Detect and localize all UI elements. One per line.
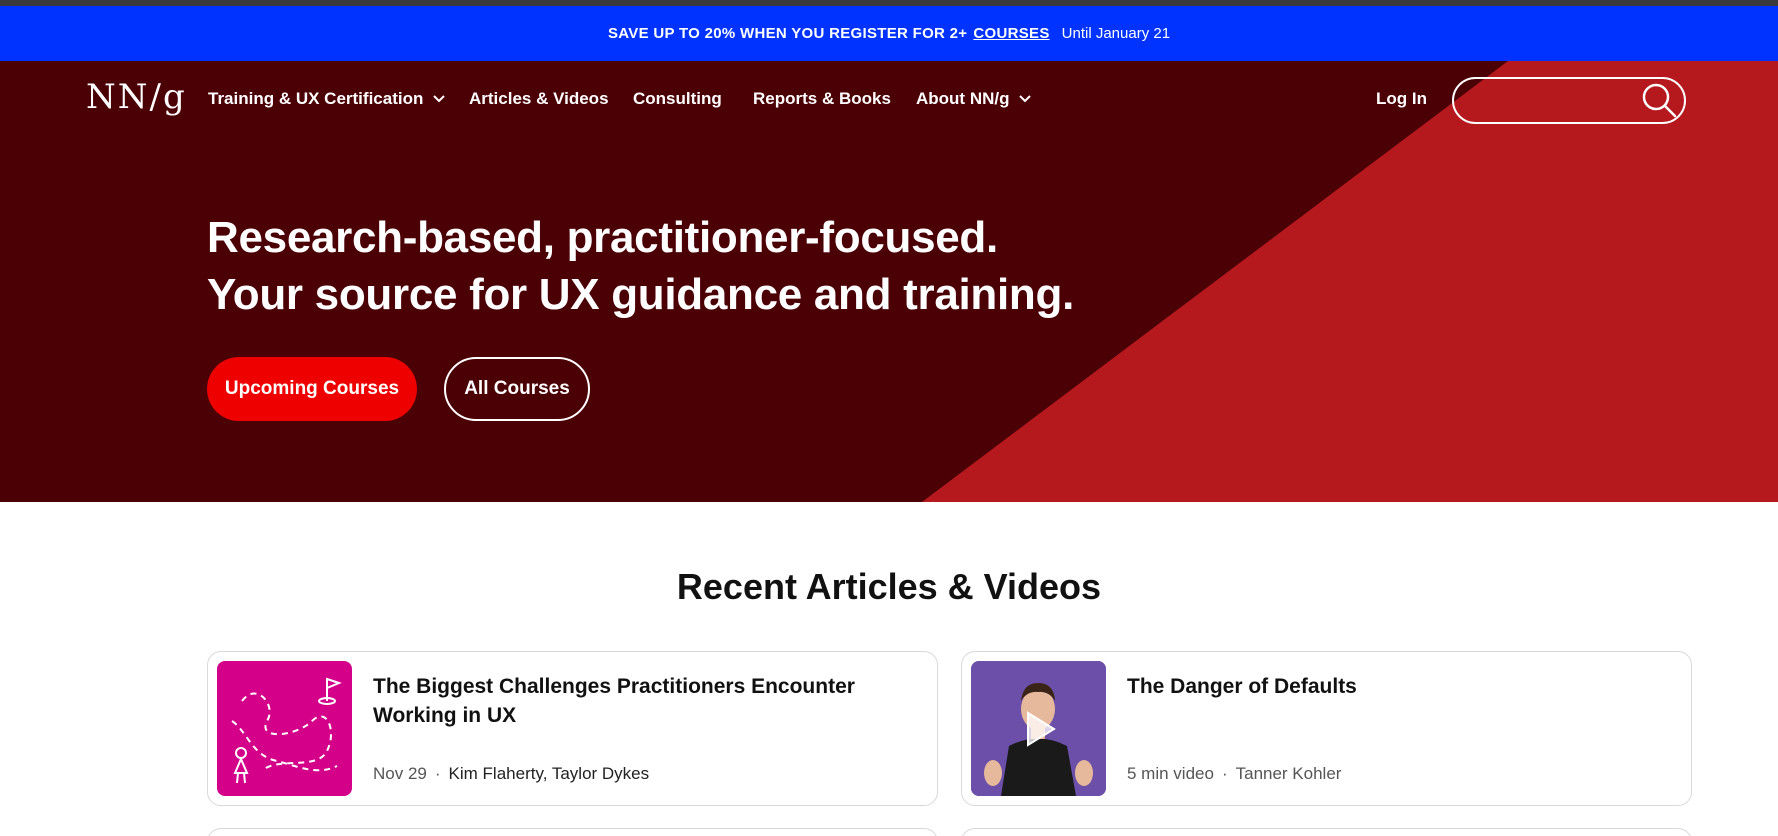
chevron-down-icon bbox=[1019, 95, 1032, 103]
hero-section: NN/g Training & UX Certification Article… bbox=[0, 61, 1778, 502]
video-duration: 5 min video bbox=[1127, 764, 1214, 783]
promo-deadline: Until January 21 bbox=[1061, 25, 1171, 42]
nav-about-label: About NN/g bbox=[916, 89, 1010, 108]
article-date: Nov 29 bbox=[373, 764, 427, 783]
nav-consulting[interactable]: Consulting bbox=[633, 89, 722, 109]
video-card[interactable]: The Danger of Defaults 5 min video · Tan… bbox=[961, 651, 1692, 806]
video-meta: 5 min video · Tanner Kohler bbox=[1127, 764, 1341, 784]
journey-map-thumbnail bbox=[217, 661, 352, 796]
nav-articles-label: Articles & Videos bbox=[469, 89, 609, 108]
chevron-down-icon bbox=[433, 95, 446, 103]
article-card[interactable]: The Biggest Challenges Practitioners Enc… bbox=[207, 651, 938, 806]
nav-training[interactable]: Training & UX Certification bbox=[208, 89, 446, 109]
nav-consulting-label: Consulting bbox=[633, 89, 722, 108]
promo-courses-link[interactable]: COURSES bbox=[973, 25, 1049, 42]
nav-training-label: Training & UX Certification bbox=[208, 89, 424, 108]
article-authors[interactable]: Kim Flaherty, Taylor Dykes bbox=[449, 764, 650, 784]
promo-text: SAVE UP TO 20% WHEN YOU REGISTER FOR 2+ bbox=[607, 25, 968, 42]
all-courses-button[interactable]: All Courses bbox=[444, 357, 590, 421]
promo-banner: SAVE UP TO 20% WHEN YOU REGISTER FOR 2+ … bbox=[0, 6, 1778, 61]
video-thumbnail[interactable] bbox=[971, 661, 1106, 796]
hero-headline-line2: Your source for UX guidance and training… bbox=[207, 270, 1074, 319]
search-icon[interactable] bbox=[1640, 81, 1678, 119]
main-navigation: NN/g Training & UX Certification Article… bbox=[0, 61, 1778, 141]
nng-logo[interactable]: NN/g bbox=[86, 77, 187, 117]
hero-headline: Research-based, practitioner-focused. Yo… bbox=[207, 209, 1074, 323]
recent-articles-heading: Recent Articles & Videos bbox=[676, 566, 1102, 607]
login-link[interactable]: Log In bbox=[1376, 89, 1427, 109]
nav-about[interactable]: About NN/g bbox=[916, 89, 1032, 109]
article-meta: Nov 29 · Kim Flaherty, Taylor Dykes bbox=[373, 764, 649, 784]
upcoming-courses-button[interactable]: Upcoming Courses bbox=[207, 357, 417, 421]
play-icon[interactable] bbox=[1018, 708, 1060, 750]
nav-reports-label: Reports & Books bbox=[753, 89, 891, 108]
hero-headline-line1: Research-based, practitioner-focused. bbox=[207, 213, 998, 262]
article-title[interactable]: The Biggest Challenges Practitioners Enc… bbox=[373, 672, 923, 730]
nav-articles-videos[interactable]: Articles & Videos bbox=[469, 89, 609, 109]
journey-map-icon bbox=[231, 677, 342, 784]
video-author[interactable]: Tanner Kohler bbox=[1236, 764, 1342, 784]
meta-separator: · bbox=[434, 764, 441, 783]
meta-separator: · bbox=[1221, 764, 1228, 783]
article-card-partial[interactable] bbox=[961, 828, 1692, 836]
article-card-partial[interactable] bbox=[207, 828, 938, 836]
video-title[interactable]: The Danger of Defaults bbox=[1127, 672, 1677, 701]
nav-reports-books[interactable]: Reports & Books bbox=[753, 89, 891, 109]
